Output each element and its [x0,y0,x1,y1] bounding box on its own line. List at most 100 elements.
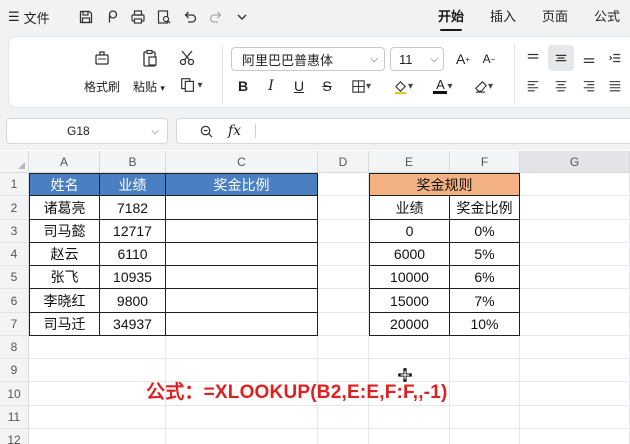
export-pdf-icon[interactable] [102,7,122,27]
rules-cell[interactable]: 10000 [369,266,450,289]
indent-icon[interactable] [604,47,626,69]
save-icon[interactable] [76,7,96,27]
clear-format-button[interactable]: ▾ [468,76,498,96]
format-painter-icon[interactable] [90,45,114,71]
table-cell[interactable]: 7182 [100,196,166,220]
table-header-cell[interactable]: 姓名 [29,173,100,196]
column-header-g[interactable]: G [520,151,630,173]
font-family-select[interactable]: 阿里巴巴普惠体 ⌵ [231,47,385,71]
strikethrough-button[interactable]: S [318,76,336,96]
more-chevron-icon[interactable] [232,7,252,27]
font-size-select[interactable]: 11 ⌵ [390,47,444,71]
align-right-icon[interactable] [578,75,600,97]
rules-title-cell[interactable]: 奖金规则 [369,173,520,196]
rules-cell[interactable]: 6000 [369,243,450,266]
align-left-icon[interactable] [522,75,544,97]
row-header-9[interactable]: 9 [0,359,29,382]
table-header-cell[interactable]: 奖金比例 [166,173,318,196]
table-header-cell[interactable]: 业绩 [100,173,166,196]
table-cell[interactable]: 赵云 [29,243,100,266]
font-color-button[interactable]: A ▾ [428,76,458,96]
tab-insert[interactable]: 插入 [480,0,526,34]
table-cell[interactable]: 张飞 [29,266,100,289]
rules-cell[interactable]: 20000 [369,313,450,336]
fill-color-button[interactable]: ▾ [388,76,418,96]
undo-icon[interactable] [180,7,200,27]
rules-cell[interactable]: 7% [450,289,520,313]
table-cell[interactable] [166,243,318,266]
table-cell[interactable]: 李晓红 [29,289,100,313]
row-header-11[interactable]: 11 [0,406,29,429]
align-center-icon[interactable] [550,75,572,97]
row-header-10[interactable]: 10 [0,382,29,406]
rules-cell[interactable]: 15000 [369,289,450,313]
print-preview-icon[interactable] [154,7,174,27]
table-cell[interactable] [166,313,318,336]
align-bottom-icon[interactable] [578,47,600,69]
row-header-3[interactable]: 3 [0,220,29,243]
table-cell[interactable]: 司马迁 [29,313,100,336]
table-cell[interactable] [166,266,318,289]
select-all-corner[interactable] [0,151,29,173]
column-header-f[interactable]: F [450,151,520,173]
italic-button[interactable]: I [262,76,280,96]
formula-input-area[interactable]: fx [176,118,630,144]
increase-font-icon[interactable]: A + [452,48,474,70]
row-header-5[interactable]: 5 [0,266,29,289]
print-icon[interactable] [128,7,148,27]
column-header-a[interactable]: A [29,151,100,173]
tab-formulas[interactable]: 公式 [584,0,630,34]
paste-label[interactable]: 粘贴 ▾ [133,78,165,95]
justify-icon[interactable] [604,75,626,97]
table-cell[interactable] [166,220,318,243]
name-box[interactable]: G18 ⌵ [6,118,168,144]
rules-header-cell[interactable]: 业绩 [369,196,450,220]
align-top-icon[interactable] [522,47,544,69]
rules-cell[interactable]: 6% [450,266,520,289]
row-header-12[interactable]: 12 [0,429,29,444]
row-header-8[interactable]: 8 [0,336,29,359]
rules-header-cell[interactable]: 奖金比例 [450,196,520,220]
bold-button[interactable]: B [234,76,252,96]
copy-icon[interactable]: ▾ [176,74,206,96]
ribbon-divider [514,44,515,104]
rules-cell[interactable]: 0 [369,220,450,243]
row-header-2[interactable]: 2 [0,196,29,220]
align-middle-icon[interactable] [548,45,574,71]
tab-home[interactable]: 开始 [428,0,474,34]
column-header-b[interactable]: B [100,151,166,173]
table-cell[interactable]: 12717 [100,220,166,243]
underline-button[interactable]: U [290,76,308,96]
table-cell[interactable]: 诸葛亮 [29,196,100,220]
table-cell[interactable]: 34937 [100,313,166,336]
decrease-font-icon[interactable]: A − [478,48,500,70]
row-header-6[interactable]: 6 [0,289,29,313]
tab-page[interactable]: 页面 [532,0,578,34]
table-cell[interactable]: 9800 [100,289,166,313]
row-header-7[interactable]: 7 [0,313,29,336]
eraser-icon [475,80,487,93]
paste-icon[interactable] [138,45,162,71]
column-header-e[interactable]: E [369,151,450,173]
table-cell[interactable] [166,196,318,220]
redo-icon[interactable] [206,7,226,27]
table-cell[interactable]: 6110 [100,243,166,266]
borders-button[interactable]: ▾ [346,76,376,96]
rules-cell[interactable]: 5% [450,243,520,266]
rules-cell[interactable]: 0% [450,220,520,243]
zoom-formula-icon[interactable] [199,124,214,139]
row-header-1[interactable]: 1 [0,173,29,196]
format-painter-label[interactable]: 格式刷 [84,78,120,95]
font-family-value: 阿里巴巴普惠体 [242,52,334,68]
cut-icon[interactable] [176,47,198,69]
column-header-d[interactable]: D [318,151,369,173]
column-header-c[interactable]: C [166,151,318,173]
row-header-4[interactable]: 4 [0,243,29,266]
fx-icon[interactable]: fx [228,123,241,139]
rules-cell[interactable]: 10% [450,313,520,336]
table-cell[interactable]: 10935 [100,266,166,289]
borders-icon [352,79,365,93]
file-menu[interactable]: ☰ 文件 [8,8,50,26]
table-cell[interactable]: 司马懿 [29,220,100,243]
table-cell[interactable] [166,289,318,313]
